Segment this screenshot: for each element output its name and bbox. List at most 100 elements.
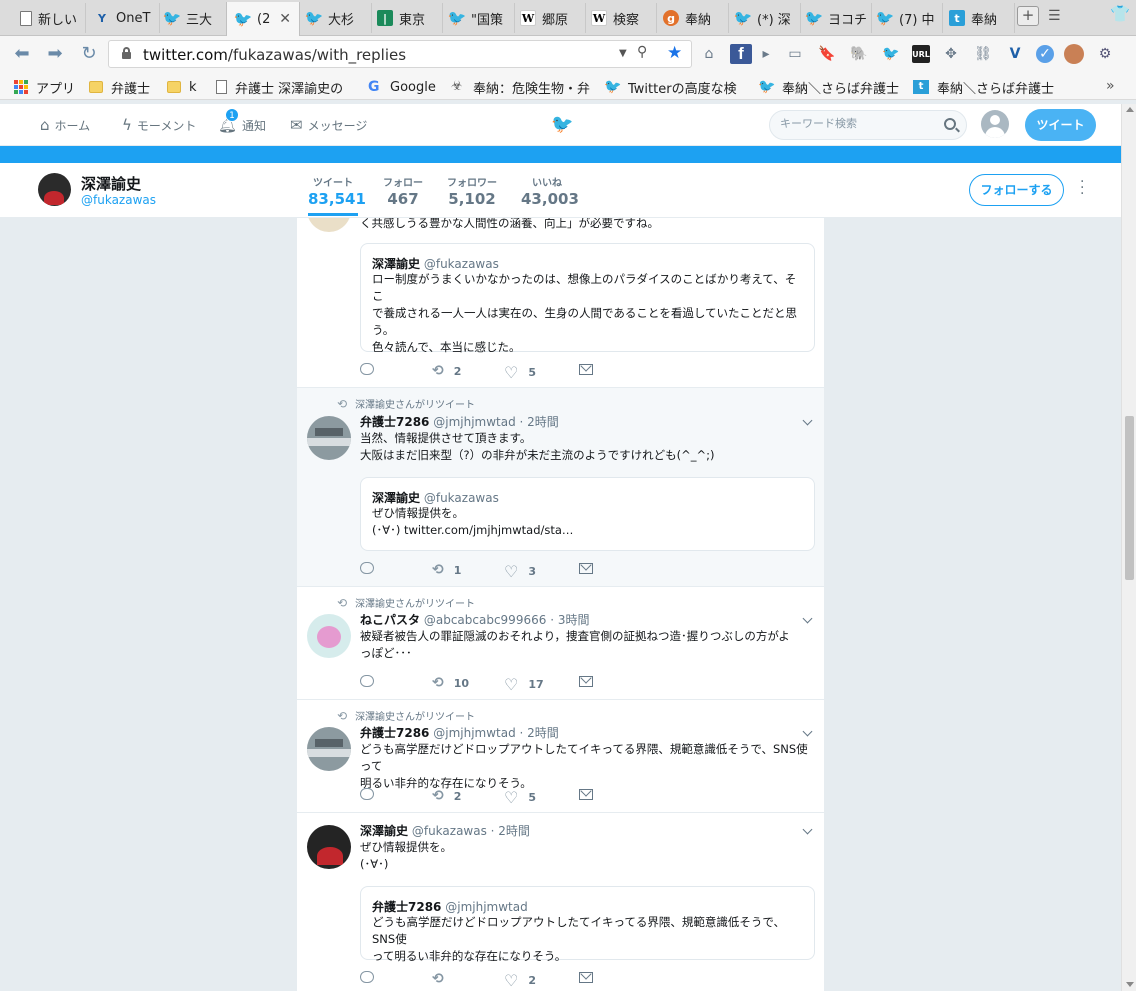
link-icon[interactable]: ⛓ (972, 44, 994, 64)
retweet-button[interactable]: ⟲ (432, 971, 454, 987)
evernote-icon[interactable]: 🐘 (848, 44, 870, 64)
quoted-tweet[interactable]: 弁護士7286 @jmjhjmwtad どうも高学歴だけどドロップアウトしたてイ… (360, 886, 815, 963)
retweet-button[interactable]: ⟲ 2 (432, 363, 461, 379)
stat-tweets[interactable]: ツイート 83,541 (308, 174, 366, 216)
browser-tab[interactable]: 🐦 大杉 (298, 3, 372, 33)
twitter-extension-icon[interactable]: 🐦 (880, 44, 902, 64)
home-icon[interactable]: ⌂ (698, 44, 720, 64)
chevron-down-icon[interactable] (802, 614, 814, 626)
twitter-bird-logo[interactable]: 🐦 (551, 114, 573, 135)
retweet-button[interactable]: ⟲ 2 (432, 788, 461, 804)
nav-moments[interactable]: ϟ モーメント (122, 116, 196, 134)
more-options-icon[interactable]: · · · (1080, 175, 1086, 201)
direct-message-button[interactable] (579, 563, 593, 574)
profile-avatar[interactable] (38, 173, 71, 206)
browser-tab[interactable]: W 郷原 (512, 3, 586, 33)
profile-avatar-icon[interactable] (1064, 44, 1084, 64)
browser-tab[interactable]: 🐦 "国策 (441, 3, 515, 33)
tweet-item[interactable]: く共感しうる豊かな人間性の涵養、向上」が必要ですね。 深澤諭史 @fukazaw… (297, 218, 824, 388)
browser-tab[interactable]: t 奉納 (941, 3, 1015, 33)
browser-tab[interactable]: W 検察 (583, 3, 657, 33)
stat-following[interactable]: フォロー 467 (383, 174, 423, 208)
new-tab-button[interactable]: + (1017, 6, 1039, 26)
zoom-icon[interactable]: ⚲ (637, 44, 647, 60)
tweet-author-name[interactable]: 深澤諭史 (360, 824, 408, 838)
browser-tab[interactable]: 🐦 三大 (156, 3, 230, 33)
address-bar[interactable]: twitter.com/fukazawas/with_replies ▼ ⚲ ★ (108, 40, 692, 68)
blue-circle-icon[interactable]: ✓ (1036, 45, 1054, 63)
bookmark-folder[interactable]: k (167, 78, 197, 96)
browser-tab[interactable]: g 奉納 (655, 3, 729, 33)
tweet-timestamp[interactable]: · 3時間 (550, 613, 589, 627)
close-tab-icon[interactable]: ✕ (279, 11, 291, 27)
tweet-avatar[interactable] (307, 416, 351, 460)
tweet-button[interactable]: ツイート (1025, 109, 1096, 141)
reply-button[interactable] (360, 788, 384, 800)
reply-button[interactable] (360, 971, 384, 983)
direct-message-button[interactable] (579, 364, 593, 375)
stat-likes[interactable]: いいね 43,003 (521, 174, 579, 208)
browser-tab[interactable]: | 東京 (369, 3, 443, 33)
bookmark-link[interactable]: 🐦 Twitterの高度な検 (604, 78, 737, 97)
nav-home[interactable]: ⌂ ホーム (40, 116, 90, 134)
tweet-item[interactable]: ⟲ 深澤諭史さんがリツイート 弁護士7286 @jmjhjmwtad · 2時間 … (297, 388, 824, 587)
follow-button[interactable]: フォローする (969, 174, 1064, 206)
profile-handle[interactable]: @fukazawas (81, 193, 156, 207)
settings-gear-icon[interactable]: ⚙ (1094, 44, 1116, 64)
browser-tab[interactable]: 🐦 (*) 深 (727, 3, 801, 33)
chevron-down-icon[interactable] (802, 416, 814, 428)
profile-name[interactable]: 深澤諭史 (81, 173, 141, 194)
search-input[interactable] (780, 117, 940, 130)
page-scrollbar[interactable] (1121, 104, 1136, 991)
stat-followers[interactable]: フォロワー 5,102 (445, 174, 499, 208)
tweet-author-handle[interactable]: @abcabcabc999666 (424, 613, 547, 627)
tweet-author-name[interactable]: 弁護士7286 (360, 726, 429, 740)
forward-arrow-icon[interactable]: ➡ (43, 42, 67, 66)
tweet-author-handle[interactable]: @jmjhjmwtad (433, 415, 515, 429)
bookmark-link[interactable]: t 奉納＼さらば弁護士 (913, 78, 1054, 97)
url-shortener-icon[interactable]: URL (912, 45, 930, 63)
retweet-button[interactable]: ⟲ 10 (432, 675, 469, 691)
browser-tab[interactable]: 新しい (12, 3, 86, 33)
scroll-down-arrow-icon[interactable] (1126, 982, 1134, 987)
scroll-up-arrow-icon[interactable] (1126, 107, 1134, 112)
like-button[interactable]: ♡ 3 (504, 562, 536, 581)
reply-button[interactable] (360, 562, 384, 574)
more-bookmarks-icon[interactable]: » (1106, 78, 1115, 94)
scrollbar-thumb[interactable] (1125, 416, 1134, 580)
bookmark-link[interactable]: 🐦 奉納＼さらば弁護士 (758, 78, 899, 97)
theme-shirt-icon[interactable]: 👕 (1110, 4, 1130, 23)
direct-message-button[interactable] (579, 789, 593, 800)
like-button[interactable]: ♡ 5 (504, 788, 536, 807)
bookmark-link[interactable]: G Google (368, 78, 436, 96)
like-button[interactable]: ♡ 5 (504, 363, 536, 382)
play-icon[interactable]: ▸ (762, 44, 770, 64)
chevron-down-icon[interactable] (802, 825, 814, 837)
bookmark-apps[interactable]: アプリ (14, 78, 75, 97)
tweet-item[interactable]: ⟲ 深澤諭史さんがリツイート 弁護士7286 @jmjhjmwtad · 2時間 … (297, 700, 824, 813)
tweet-avatar[interactable] (307, 614, 351, 658)
bookmark-folder[interactable]: 弁護士 (89, 78, 150, 97)
tweet-timestamp[interactable]: · 2時間 (491, 824, 530, 838)
browser-tab-active[interactable]: 🐦 (2 ✕ (226, 2, 300, 36)
retweet-button[interactable]: ⟲ 1 (432, 562, 461, 578)
browser-tab[interactable]: Y OneT (86, 3, 160, 33)
browser-tab[interactable]: 🐦 ヨコチ (798, 3, 872, 33)
browser-tab[interactable]: 🐦 (7) 中 (869, 3, 943, 33)
tweet-item[interactable]: ⟲ 深澤諭史さんがリツイート ねこパスタ @abcabcabc999666 · 3… (297, 587, 824, 700)
bookmark-link[interactable]: 弁護士 深澤諭史の (216, 78, 343, 97)
tweet-author-handle[interactable]: @jmjhjmwtad (433, 726, 515, 740)
tweet-author-name[interactable]: ねこパスタ (360, 613, 420, 627)
tweet-avatar[interactable] (307, 825, 351, 869)
dropdown-arrow-icon[interactable]: ▼ (619, 48, 627, 59)
tweet-avatar[interactable] (307, 218, 351, 232)
reload-icon[interactable]: ↻ (77, 42, 101, 66)
tweet-timestamp[interactable]: · 2時間 (520, 726, 559, 740)
inbox-icon[interactable]: ▭ (784, 44, 806, 64)
chevron-down-icon[interactable] (802, 727, 814, 739)
tweet-item[interactable]: 深澤諭史 @fukazawas · 2時間 ぜひ情報提供を。 (･∀･) 弁護士… (297, 813, 824, 991)
bookmark-star-icon[interactable]: ★ (667, 43, 682, 63)
vivaldi-icon[interactable]: V (1004, 44, 1026, 64)
direct-message-button[interactable] (579, 972, 593, 983)
bookmark-icon[interactable]: 🔖 (816, 44, 838, 64)
